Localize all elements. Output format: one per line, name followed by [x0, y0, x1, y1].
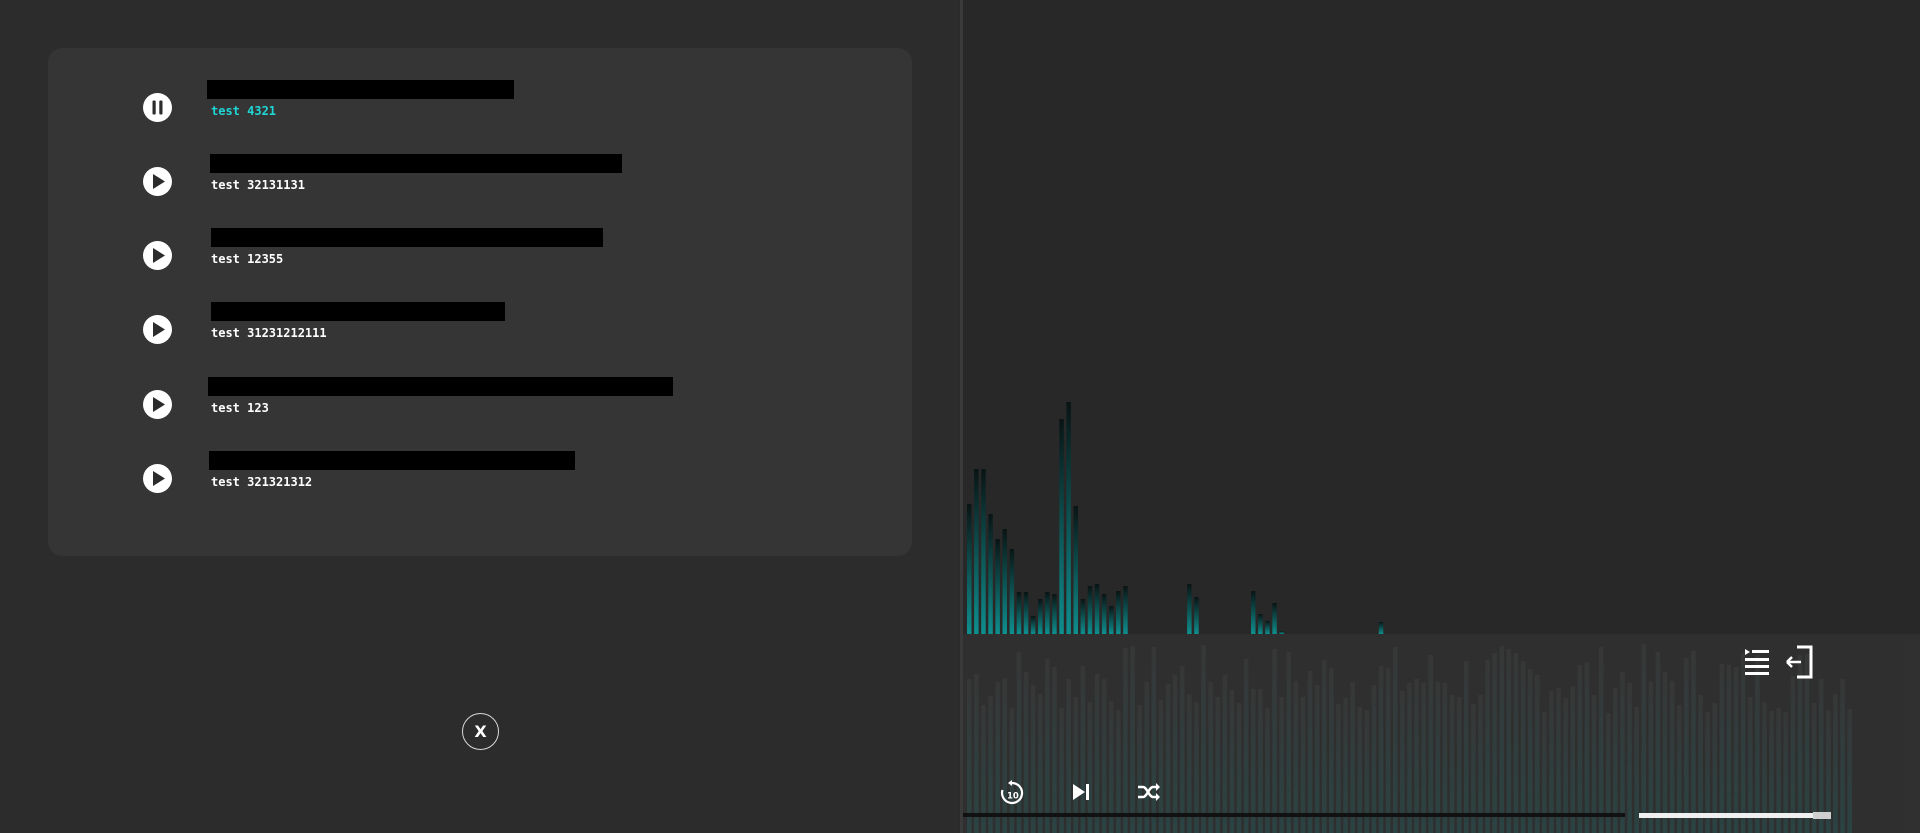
visualizer-bar [1123, 586, 1128, 634]
track-item[interactable]: test 4321 [96, 80, 856, 153]
track-label: test 4321 [211, 104, 277, 118]
shuffle-button[interactable] [1136, 780, 1162, 804]
visualizer-bar [1002, 529, 1007, 634]
visualizer-bar [1080, 599, 1086, 634]
pause-icon [152, 100, 163, 115]
play-button[interactable] [143, 241, 172, 270]
track-title-redacted [211, 228, 603, 247]
play-button[interactable] [143, 464, 172, 493]
visualizer-bar [1038, 599, 1043, 634]
visualizer-bar [1045, 592, 1050, 634]
visualizer-bar [974, 469, 979, 634]
visualizer-bar [1009, 549, 1015, 634]
play-button[interactable] [143, 315, 172, 344]
player-controls-panel [963, 634, 1920, 833]
visualizer-bar [1016, 592, 1022, 634]
replay-10-icon: 10 [1000, 780, 1024, 805]
visualizer-bar [1251, 591, 1256, 634]
visualizer-bar [1073, 506, 1078, 634]
visualizer-bar [1052, 594, 1057, 634]
track-label: test 32131131 [211, 178, 305, 192]
visualizer-bar [1187, 584, 1192, 634]
track-item[interactable]: test 12355 [96, 228, 856, 301]
pause-button[interactable] [143, 93, 172, 122]
close-button[interactable]: X [462, 713, 499, 750]
track-item[interactable]: test 32131131 [96, 154, 856, 227]
track-label: test 12355 [211, 252, 284, 266]
track-label: test 123 [211, 401, 269, 415]
shuffle-icon [1138, 783, 1160, 801]
visualizer-bar [988, 514, 993, 634]
visualizer-bar [1378, 622, 1384, 634]
visualizer-bar [1101, 594, 1107, 634]
play-icon [153, 397, 165, 412]
track-title-redacted [208, 377, 673, 396]
track-item[interactable]: test 31231212111 [96, 302, 856, 375]
playlist-pane: test 4321 test 32131131 test 12355 test … [0, 0, 960, 833]
play-button[interactable] [143, 167, 172, 196]
visualizer-bar [1258, 614, 1263, 634]
visualizer-bar [1272, 603, 1277, 634]
replay-10-label: 10 [1007, 792, 1019, 802]
skip-next-icon [1073, 784, 1089, 800]
progress-bar[interactable] [963, 813, 1625, 817]
visualizer-bar [1066, 402, 1071, 634]
playlist-icon [1745, 649, 1769, 675]
track-title-redacted [210, 154, 622, 173]
track-label: test 321321312 [211, 475, 313, 489]
exit-icon [1786, 645, 1813, 679]
playlist-card: test 4321 test 32131131 test 12355 test … [48, 48, 912, 556]
track-title-redacted [209, 451, 575, 470]
playlist-button[interactable] [1742, 645, 1772, 679]
replay-10-button[interactable]: 10 [998, 779, 1026, 807]
track-item[interactable]: test 321321312 [96, 451, 856, 524]
visualizer-bar [1094, 584, 1100, 634]
volume-slider[interactable] [1639, 813, 1831, 818]
visualizer-bar [1087, 586, 1093, 634]
skip-next-button[interactable] [1069, 780, 1093, 804]
visualizer-bar [981, 469, 986, 634]
play-icon [153, 174, 165, 189]
visualizer-bar [967, 504, 972, 634]
track-item[interactable]: test 123 [96, 377, 856, 450]
visualizer-bar [1109, 606, 1114, 634]
visualizer-bar [1030, 616, 1036, 634]
visualizer-bar [1194, 597, 1199, 634]
play-icon [153, 248, 165, 263]
visualizer-bar [1265, 621, 1270, 634]
track-title-redacted [207, 80, 514, 99]
track-label: test 31231212111 [211, 326, 327, 340]
visualizer-bar [1023, 592, 1029, 634]
track-title-redacted [211, 302, 505, 321]
visualizer-bar [1116, 591, 1121, 634]
exit-button[interactable] [1784, 644, 1814, 680]
play-icon [153, 471, 165, 486]
visualizer-bar [995, 539, 1000, 634]
play-icon [153, 322, 165, 337]
volume-handle[interactable] [1813, 812, 1831, 819]
visualizer-bar [1059, 419, 1064, 634]
play-button[interactable] [143, 390, 172, 419]
player-pane: 10 [963, 0, 1920, 833]
